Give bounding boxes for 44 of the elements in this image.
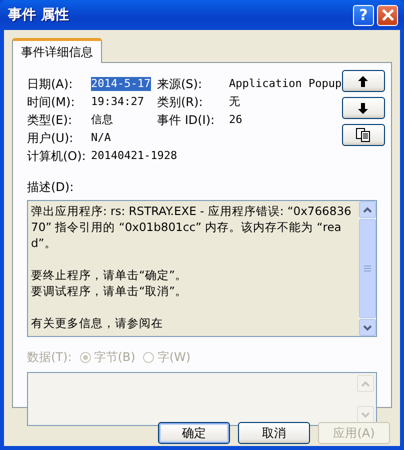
down-arrow-icon: [358, 102, 368, 114]
field-label: 来源(S):: [157, 77, 204, 91]
field-value: 2014-5-17: [91, 77, 151, 91]
field-label: 类型(E):: [27, 113, 73, 127]
field-value: 无: [229, 95, 240, 109]
field-value: 26: [229, 113, 242, 127]
description-text: 要终止程序，请单击“确定”。: [31, 267, 188, 283]
grip-icon: [364, 265, 371, 272]
field-value: Application Popup: [229, 77, 342, 91]
up-arrow-icon: [358, 76, 368, 86]
up-chevron-icon: [363, 206, 372, 212]
description-text: 弹出应用程序: rs: RSTRAY.EXE - 应用程序错误: “0x76683670” 指令引用的 “0x01b801cc” 内存。该内存不能为 “read”。: [31, 203, 352, 251]
description-box[interactable]: 弹出应用程序: rs: RSTRAY.EXE - 应用程序错误: “0x76683670” 指令引用的 “0x01b801cc” 内存。该内存不能为 “read”。 要终止程序，请单击“确定”。 要调试程序，请单击“取消”。 有关更多信息，请参阅在: [27, 200, 377, 337]
field-label: 事件 ID(I):: [157, 113, 216, 127]
description-text: 要调试程序，请单击“取消”。: [31, 283, 188, 299]
down-chevron-icon: [361, 412, 370, 418]
field-label: 类别(R):: [157, 95, 204, 109]
description-label: 描述(D):: [27, 179, 75, 196]
description-text: 有关更多信息，请参阅在: [31, 315, 164, 331]
field-value: N/A: [91, 131, 111, 145]
field-value: 19:34:27: [91, 95, 144, 109]
field-label: 用户(U):: [27, 131, 74, 145]
help-button[interactable]: ?: [353, 4, 374, 26]
down-chevron-icon: [363, 324, 372, 330]
scroll-bar[interactable]: [359, 201, 376, 336]
up-chevron-icon: [361, 380, 370, 386]
tab[interactable]: 事件详细信息: [12, 38, 102, 63]
field-value: 信息: [91, 113, 113, 127]
close-button[interactable]: [377, 4, 398, 26]
next-button[interactable]: [342, 97, 385, 119]
field-label: 日期(A):: [27, 77, 74, 91]
radio-label: 字节(B): [94, 349, 136, 366]
data-label: 数据(T):: [27, 349, 72, 366]
window-title: 事件 属性: [8, 6, 70, 24]
dialog-button[interactable]: 确定: [158, 422, 230, 444]
radio-label: 字(W): [157, 349, 191, 366]
field-value: 20140421-1928: [91, 149, 178, 163]
copy-button[interactable]: [342, 124, 385, 146]
dialog-button[interactable]: 取消: [238, 422, 310, 444]
close-icon: [380, 8, 394, 22]
previous-button[interactable]: [342, 70, 385, 92]
copy-icon: [356, 128, 370, 142]
field-label: 时间(M):: [27, 95, 76, 109]
field-label: 计算机(O):: [27, 149, 87, 163]
